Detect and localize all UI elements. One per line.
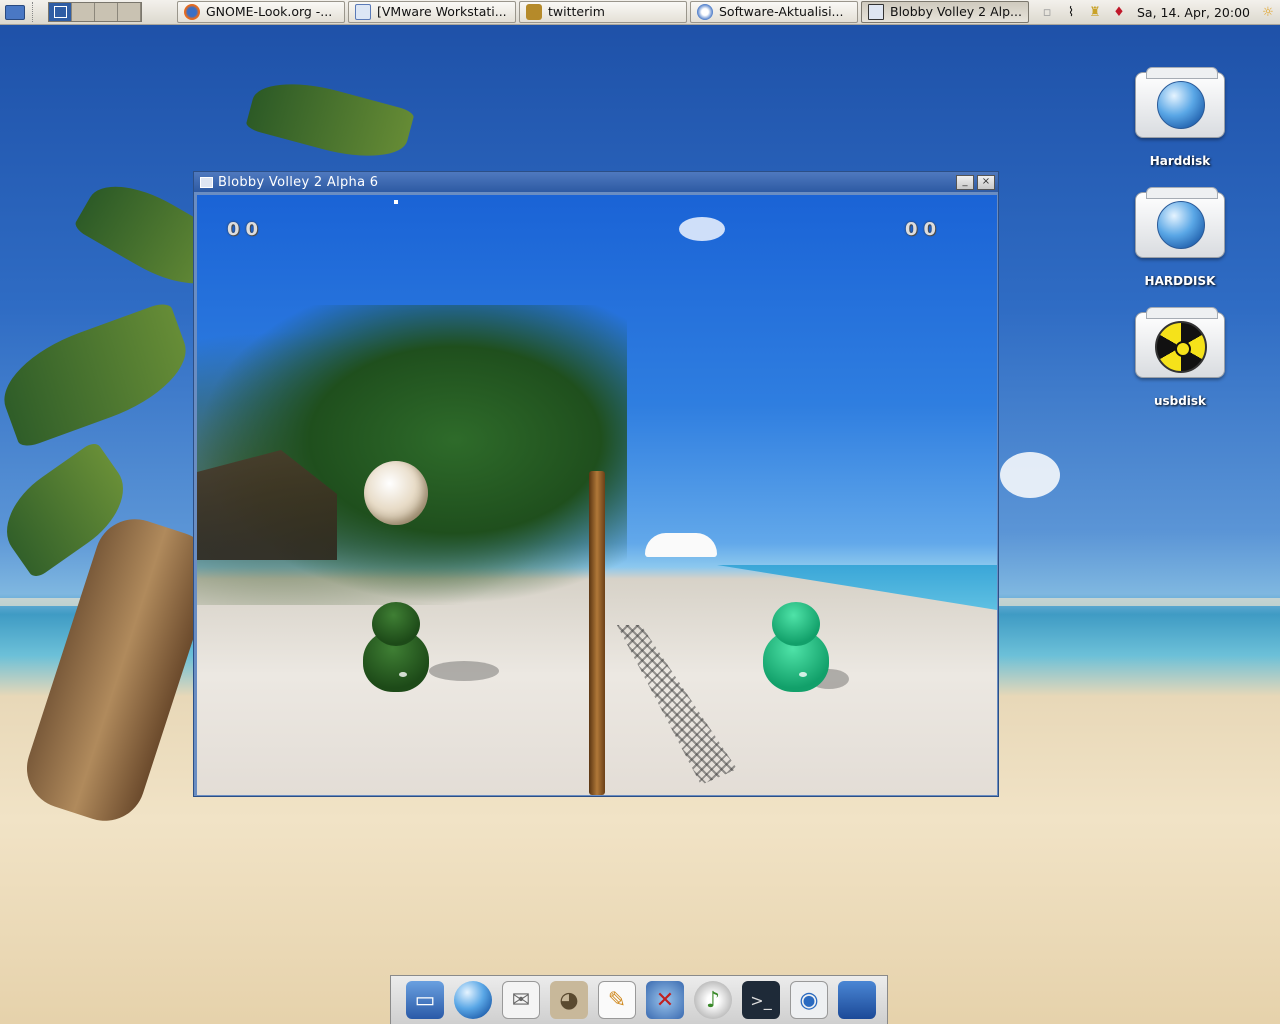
score-left: 00 [227,219,265,240]
workspace-switcher[interactable] [48,2,142,22]
desktop-icon-harddisk[interactable]: Harddisk [1125,67,1235,168]
window-icon [868,3,884,20]
game-sea [717,565,997,610]
task-label: twitterim [548,4,605,19]
minimize-icon: _ [962,176,968,187]
blob-left-player [363,602,429,692]
system-tools-icon: ✕ [646,981,684,1019]
system-tray: ▫ ⌇ ♜ ♦ Sa, 14. Apr, 20:00 ☼ [1035,0,1280,25]
game-canvas[interactable]: 00 00 [197,195,997,795]
task-button-vmware[interactable]: [VMware Workstati... [348,0,516,23]
desktop-icon-label: usbdisk [1153,394,1207,408]
game-trees [197,305,627,605]
window-icon[interactable] [200,176,213,188]
desktop-icon-harddisk-2[interactable]: HARDDISK [1125,187,1235,288]
firefox-icon [184,3,200,20]
network-file-icon: ◉ [790,981,828,1019]
window-selector-icon[interactable]: ▫ [1038,4,1056,22]
top-panel: GNOME-Look.org -... [VMware Workstati...… [0,0,1280,25]
volleyball [364,461,428,525]
dock-item-trash[interactable] [835,978,879,1022]
trash-icon [838,981,876,1019]
window-titlebar[interactable]: Blobby Volley 2 Alpha 6 _ × [194,172,998,192]
computer-icon [5,4,25,20]
gimp-icon: ◕ [550,981,588,1019]
workspace-2[interactable] [72,3,95,21]
computer-icon: ▭ [406,981,444,1019]
desktop-palm-leaf [244,70,416,170]
task-button-firefox[interactable]: GNOME-Look.org -... [177,0,345,23]
task-button-twitterim[interactable]: twitterim [519,0,687,23]
computer-menu-button[interactable] [0,0,30,25]
desktop-palm-leaf [0,300,200,450]
harddisk-icon [1135,67,1225,138]
bottom-dock: ▭ ✉ ◕ ✎ ✕ ♪ >_ ◉ [390,975,888,1024]
task-button-blobby-volley[interactable]: Blobby Volley 2 Alp... [861,0,1029,23]
harddisk-icon [1135,187,1225,258]
task-label: Software-Aktualisi... [719,4,844,19]
dock-item-computer[interactable]: ▭ [403,978,447,1022]
text-editor-icon: ✎ [598,981,636,1019]
score-right: 00 [905,219,943,240]
web-browser-icon [454,981,492,1019]
desktop-cloud [1000,452,1060,498]
task-label: Blobby Volley 2 Alp... [890,4,1022,19]
twitterim-icon [526,3,542,20]
music-player-icon: ♪ [694,981,732,1019]
beach-umbrella [645,533,717,557]
usb-plug-icon[interactable]: ⌇ [1062,4,1080,22]
blobby-volley-window: Blobby Volley 2 Alpha 6 _ × 00 00 [193,171,999,797]
dock-item-gimp[interactable]: ◕ [547,978,591,1022]
dock-item-network-file[interactable]: ◉ [787,978,831,1022]
vmware-icon [355,3,371,20]
keyring-icon[interactable]: ♜ [1086,4,1104,22]
mail-icon: ✉ [502,981,540,1019]
blob-left-shadow [429,661,499,681]
desktop-icon-label: HARDDISK [1144,274,1216,288]
panel-clock[interactable]: Sa, 14. Apr, 20:00 [1137,5,1250,20]
net-pole [589,471,605,795]
window-list: GNOME-Look.org -... [VMware Workstati...… [177,0,1032,24]
game-cloud [679,217,725,241]
dock-item-text-editor[interactable]: ✎ [595,978,639,1022]
update-manager-icon [697,3,713,20]
workspace-1[interactable] [49,3,72,21]
task-label: GNOME-Look.org -... [206,4,333,19]
dock-item-music-player[interactable]: ♪ [691,978,735,1022]
minimize-button[interactable]: _ [956,174,974,190]
dock-item-mail[interactable]: ✉ [499,978,543,1022]
mouse-cursor [394,200,398,204]
close-button[interactable]: × [977,174,995,190]
close-icon: × [981,176,991,187]
window-title: Blobby Volley 2 Alpha 6 [218,174,379,190]
ruby-gem-icon[interactable]: ♦ [1110,4,1128,22]
dock-item-terminal[interactable]: >_ [739,978,783,1022]
usb-radioactive-icon [1135,307,1225,378]
dock-item-web-browser[interactable] [451,978,495,1022]
weather-icon[interactable]: ☼ [1259,4,1277,22]
workspace-4[interactable] [118,3,141,21]
panel-separator [32,2,38,22]
terminal-icon: >_ [742,981,780,1019]
task-label: [VMware Workstati... [377,4,507,19]
workspace-3[interactable] [95,3,118,21]
blob-right-player [763,602,829,692]
net-shadow [617,625,737,785]
desktop-icon-usbdisk[interactable]: usbdisk [1125,307,1235,408]
desktop-icon-label: Harddisk [1149,154,1211,168]
task-button-software-update[interactable]: Software-Aktualisi... [690,0,858,23]
dock-item-system-tools[interactable]: ✕ [643,978,687,1022]
